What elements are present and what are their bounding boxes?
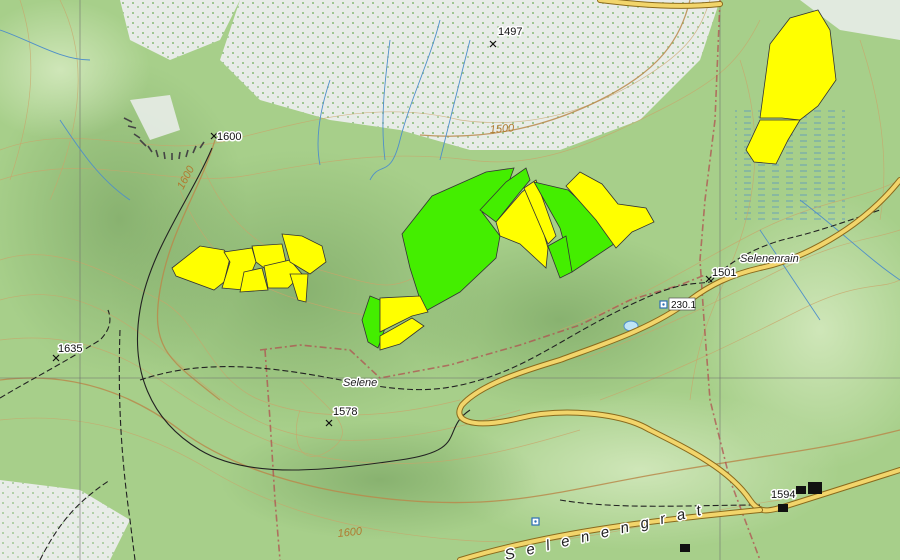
topographic-map[interactable]: 1497 1600 1635 1578 1501 1594 1500 1600 … [0, 0, 900, 560]
place-name-selene: Selene [343, 377, 377, 389]
spot-height-1578: 1578 [333, 406, 357, 418]
spot-height-1497: 1497 [498, 26, 522, 38]
map-canvas[interactable]: 1497 1600 1635 1578 1501 1594 1500 1600 … [0, 0, 900, 560]
spot-height-1501: 1501 [712, 267, 736, 279]
route-marker-label: 230.1 [671, 300, 696, 311]
route-marker[interactable]: 230.1 [668, 297, 696, 311]
spot-height-1600: 1600 [217, 131, 241, 143]
spot-height-1635: 1635 [58, 343, 82, 355]
spot-height-1594: 1594 [771, 489, 795, 501]
place-name-selenenrain: Selenenrain [740, 253, 799, 265]
contour-label-1500: 1500 [489, 122, 515, 136]
